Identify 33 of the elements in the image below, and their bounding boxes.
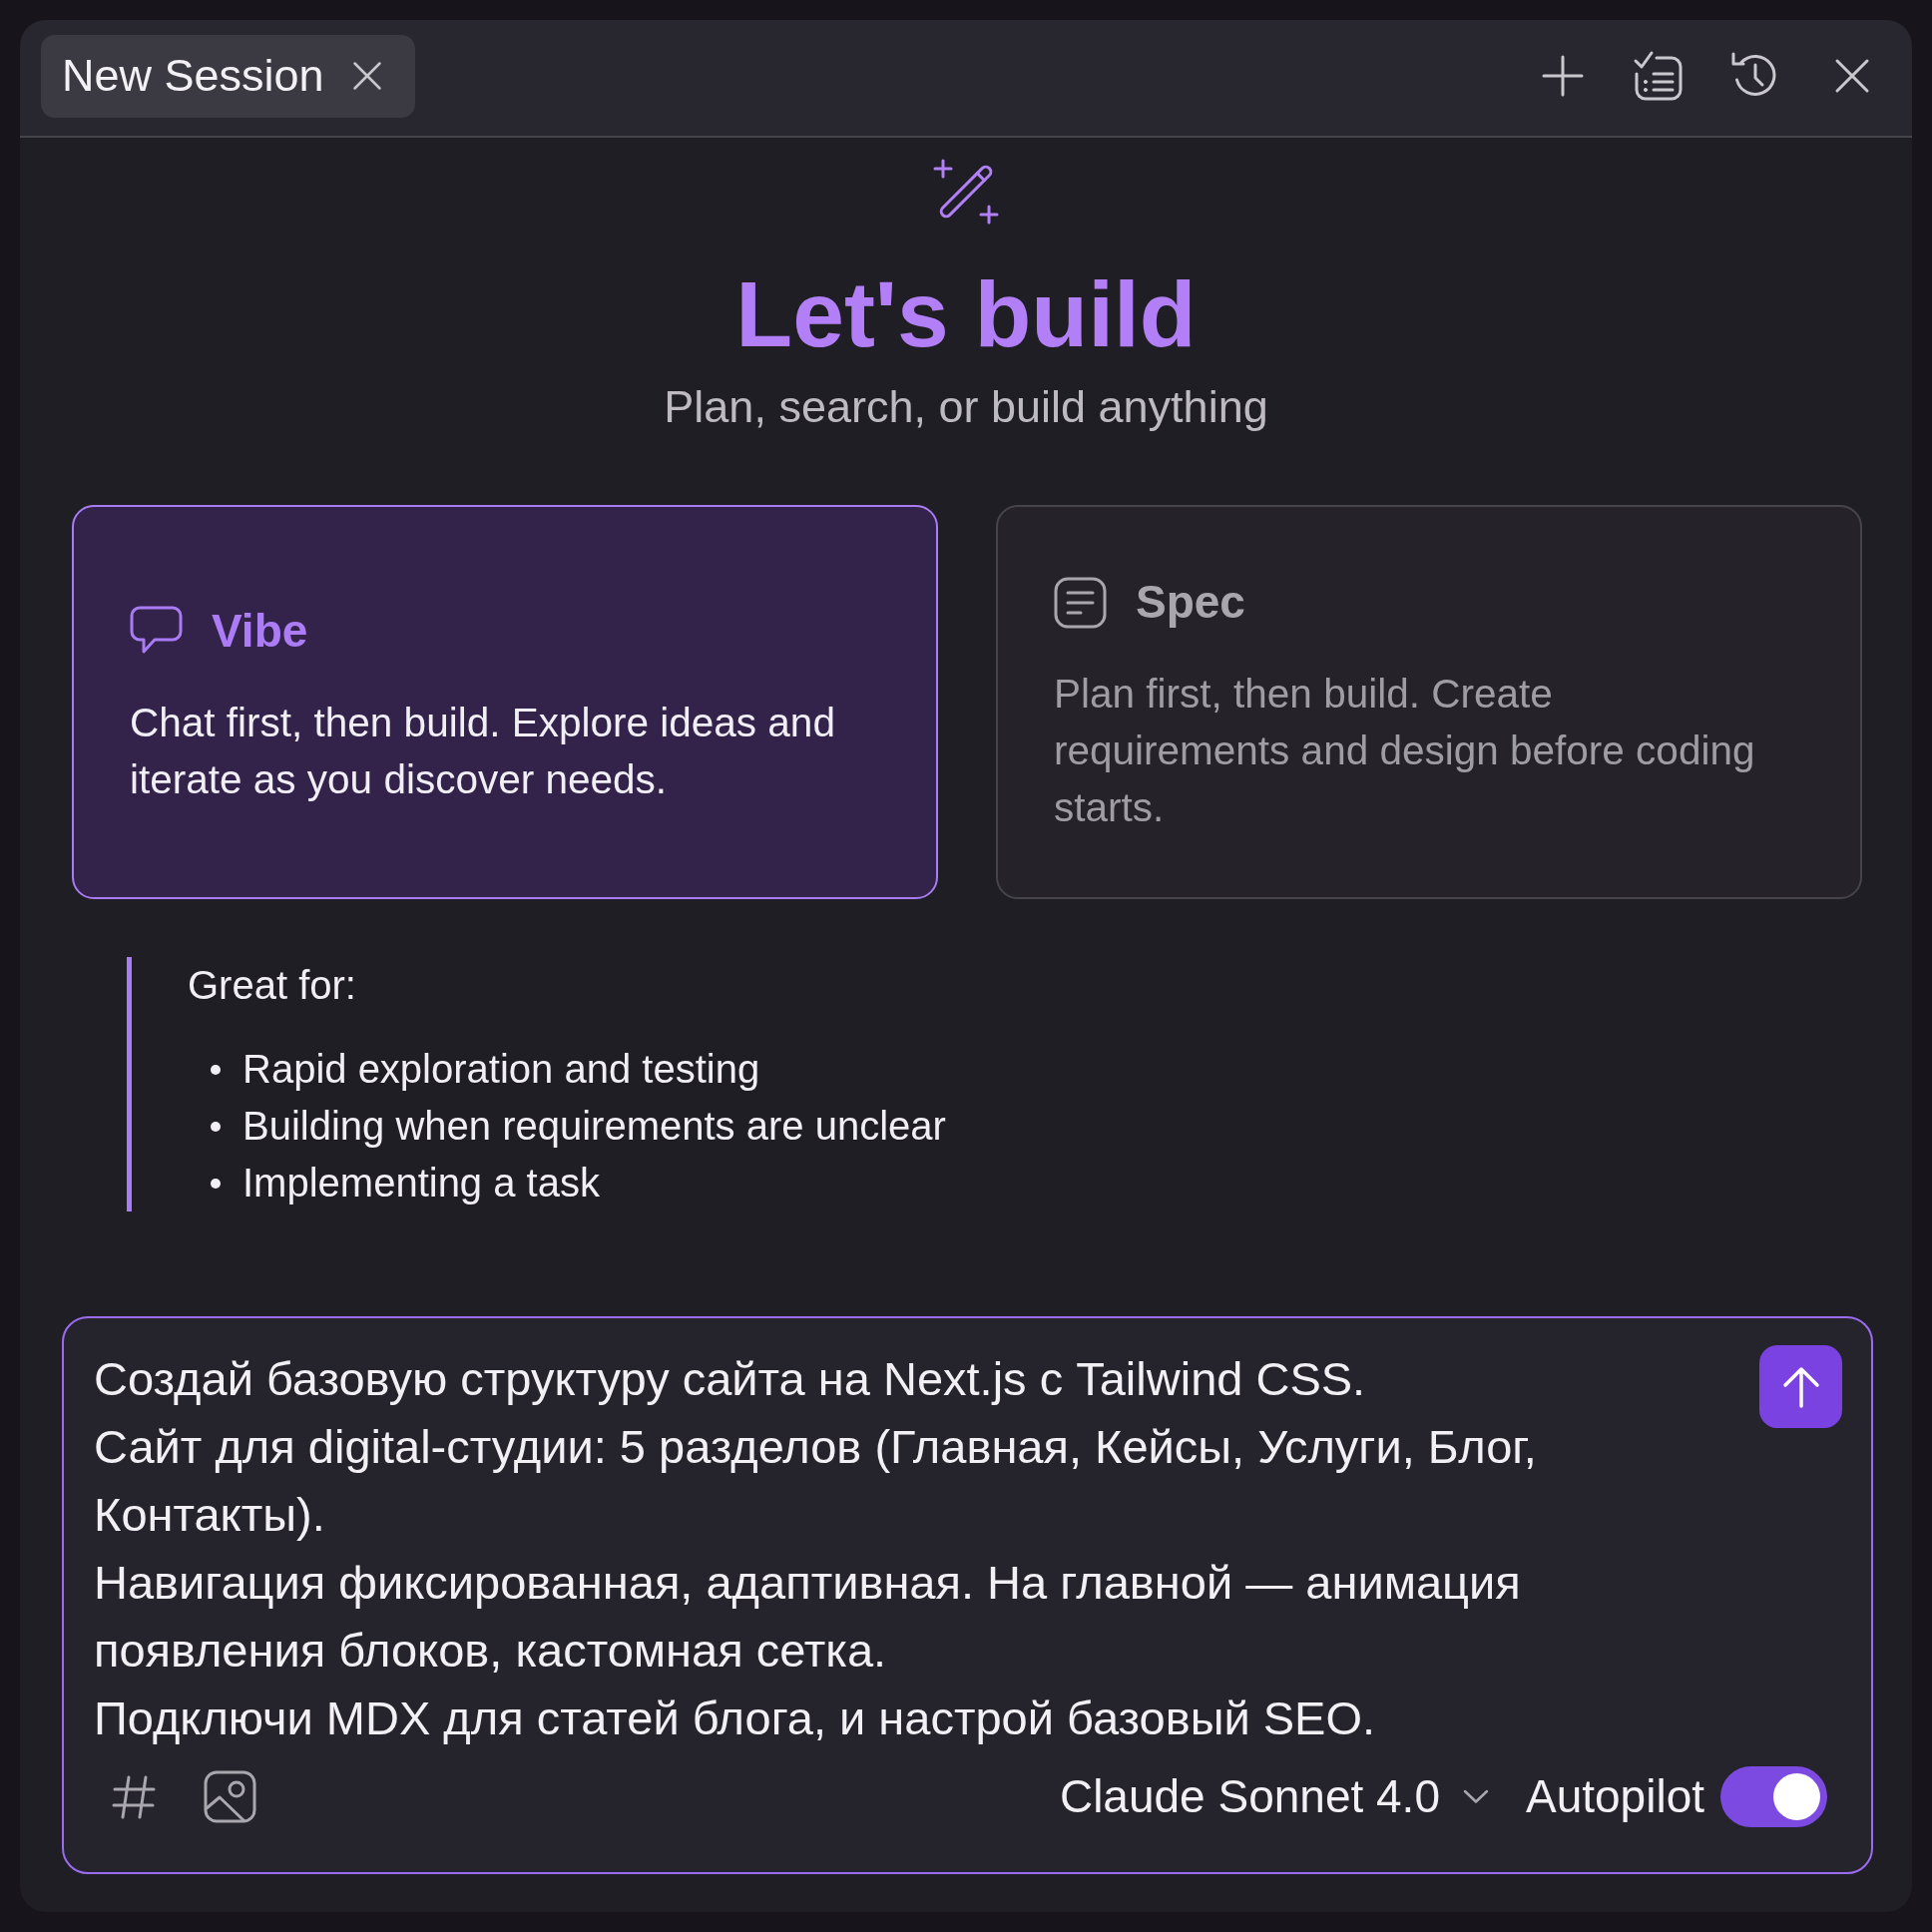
close-icon[interactable] xyxy=(351,61,382,91)
bullet-icon xyxy=(211,1178,221,1189)
details-heading: Great for: xyxy=(188,962,356,1009)
hero-subtitle: Plan, search, or build anything xyxy=(664,381,1268,433)
bullet-icon xyxy=(211,1064,221,1075)
mode-card[interactable]: Spec Plan first, then build. Create requirements and design before coding starts. xyxy=(996,505,1862,899)
plus-icon[interactable] xyxy=(1542,55,1584,97)
list-item-text: Rapid exploration and testing xyxy=(242,1046,760,1093)
prompt-field[interactable]: Создай базовую структуру сайта на Next.js с Tailwind CSS. Сайт для digital-студии: 5 разделов (Главная, Кейсы, Услуги, Блог, Контакты). Навигация фиксированная, адаптивная. На главной — анимация появления блоков, кастомная сетка. Подключи MDX для статей блога, и настрой базовый SEO. xyxy=(94,1345,1671,1752)
arrow-up-icon xyxy=(1781,1365,1820,1408)
model-dropdown[interactable]: Claude Sonnet 4.0 xyxy=(1059,1762,1489,1831)
mode-card[interactable]: Vibe Chat first, then build. Explore ideas and iterate as you discover needs. xyxy=(72,505,938,899)
bullet-icon xyxy=(211,1121,221,1132)
chat-bubble-icon xyxy=(130,606,183,656)
magic-wand-icon xyxy=(932,158,1000,226)
close-icon[interactable] xyxy=(1834,58,1870,94)
composer-panel[interactable] xyxy=(62,1316,1873,1874)
list-item-text: Implementing a task xyxy=(242,1160,600,1207)
send-button[interactable] xyxy=(1759,1345,1842,1428)
hero-title: Let's build xyxy=(735,263,1197,365)
image-icon[interactable] xyxy=(204,1770,256,1823)
mode-description: Plan first, then build. Create requirements and design before coding starts. xyxy=(1054,670,1756,832)
session-tab[interactable]: New Session xyxy=(41,34,415,118)
document-icon xyxy=(1054,576,1107,629)
checklist-icon[interactable] xyxy=(1633,50,1685,102)
mode-description: Chat first, then build. Explore ideas and iterate as you discover needs. xyxy=(130,698,836,804)
mode-title: Vibe xyxy=(212,603,308,659)
chevron-down-icon xyxy=(1463,1789,1489,1804)
list-item-text: Building when requirements are unclear xyxy=(242,1103,946,1150)
hash-icon[interactable] xyxy=(111,1773,157,1820)
autopilot-toggle[interactable] xyxy=(1720,1766,1827,1827)
autopilot-label: Autopilot xyxy=(1526,1769,1704,1824)
mode-title: Spec xyxy=(1136,575,1245,630)
